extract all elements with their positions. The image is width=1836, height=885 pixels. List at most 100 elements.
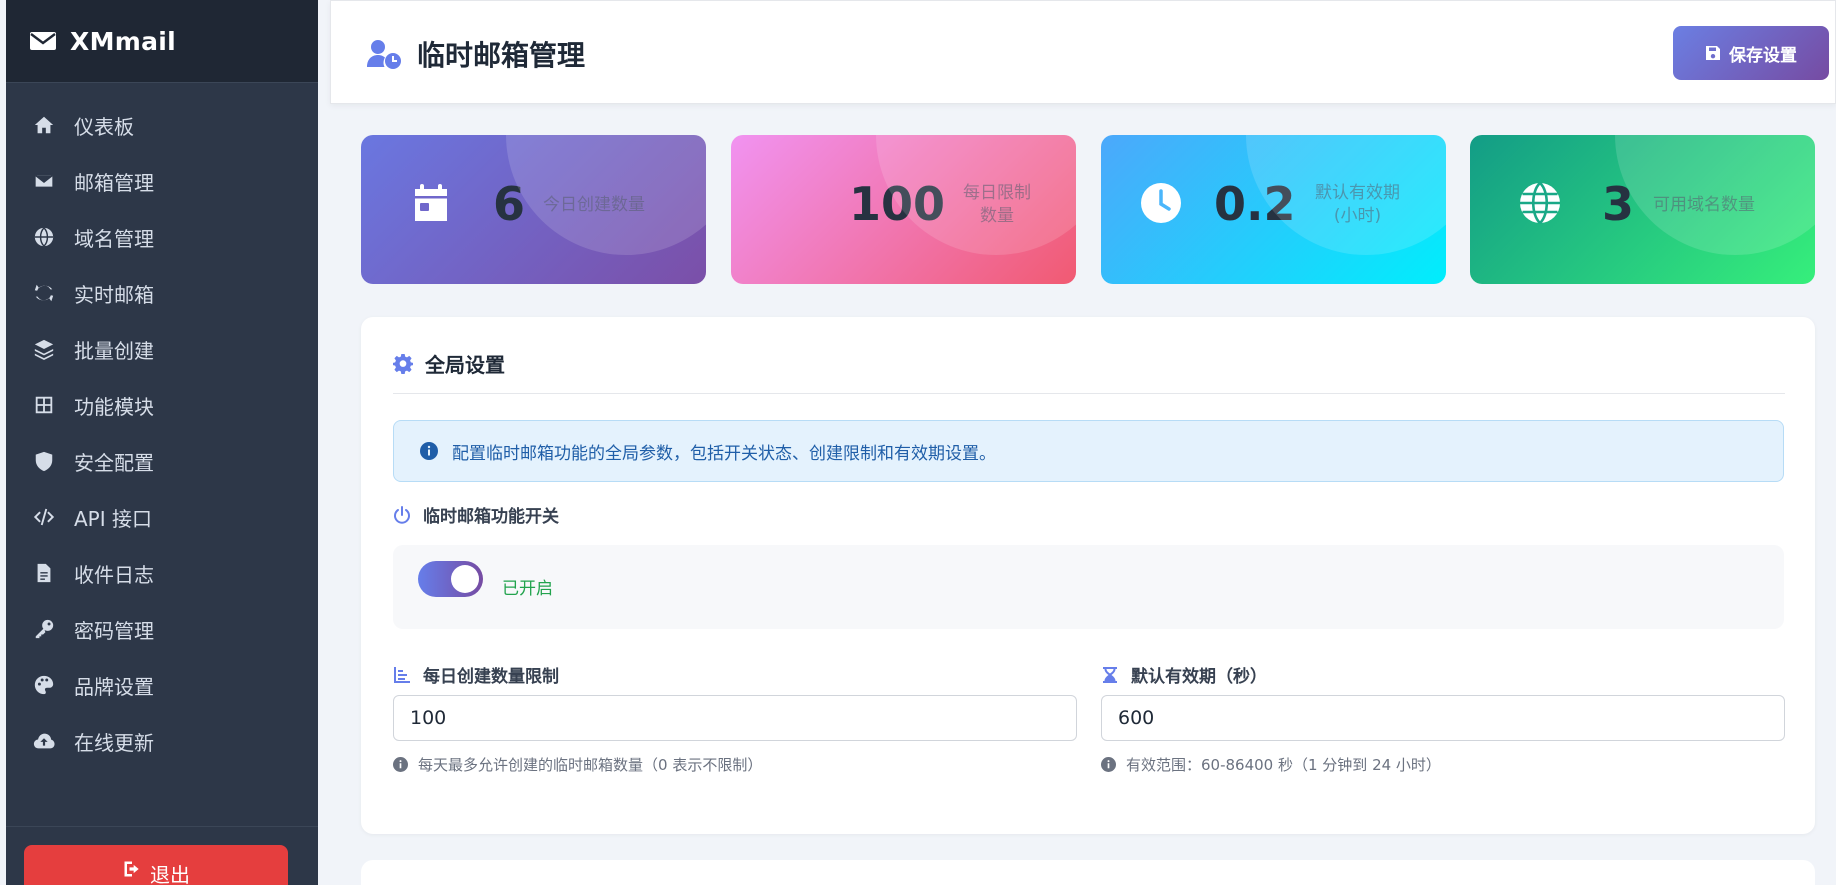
expiry-input[interactable]	[1101, 695, 1785, 741]
palette-icon	[32, 673, 56, 697]
stat-label: 今日创建数量	[543, 195, 645, 215]
sidebar-item-label: 密码管理	[74, 618, 154, 643]
stat-label-line: 默认有效期	[1315, 183, 1400, 203]
stat-value: 0.2	[1214, 177, 1296, 231]
save-label: 保存设置	[1729, 45, 1797, 66]
expiry-hint-text: 有效范围：60-86400 秒（1 分钟到 24 小时）	[1126, 756, 1441, 774]
refresh-icon	[32, 281, 56, 305]
daily-limit-hint: 每天最多允许创建的临时邮箱数量（0 表示不限制）	[393, 754, 762, 775]
toggle-state-text: 已开启	[502, 579, 553, 599]
sidebar-item-domains[interactable]: 域名管理	[6, 209, 318, 265]
sidebar: XMmail 仪表板 邮箱管理 域名管理 实时邮箱 批量创建 功能模块 安全配置…	[6, 0, 318, 885]
switch-container: 已开启	[393, 545, 1784, 629]
stat-label: 每日限制 数量	[963, 182, 1031, 228]
shield-icon	[32, 449, 56, 473]
sidebar-item-label: 在线更新	[74, 730, 154, 755]
gear-icon	[393, 353, 413, 374]
daily-limit-label-text: 每日创建数量限制	[423, 667, 559, 687]
sidebar-item-password[interactable]: 密码管理	[6, 601, 318, 657]
page-title-text: 临时邮箱管理	[417, 39, 586, 72]
sidebar-item-label: 邮箱管理	[74, 170, 154, 195]
globe-icon	[1518, 181, 1562, 225]
envelope-icon	[32, 169, 56, 193]
globe-icon	[32, 225, 56, 249]
grid-icon	[32, 393, 56, 417]
sidebar-item-label: 仪表板	[74, 114, 134, 139]
global-settings-panel: 全局设置 配置临时邮箱功能的全局参数，包括开关状态、创建限制和有效期设置。 临时…	[361, 317, 1815, 834]
home-icon	[32, 113, 56, 137]
sidebar-item-label: 功能模块	[74, 394, 154, 419]
envelope-icon	[30, 32, 56, 50]
code-icon	[32, 505, 56, 529]
sidebar-item-label: 收件日志	[74, 562, 154, 587]
clock-icon	[1139, 181, 1183, 225]
layers-icon	[32, 337, 56, 361]
file-icon	[32, 561, 56, 585]
calendar-icon	[409, 181, 453, 225]
page-title: 临时邮箱管理	[367, 34, 585, 74]
stat-value: 3	[1602, 177, 1635, 231]
brand-title: XMmail	[70, 26, 177, 56]
sidebar-item-api[interactable]: API 接口	[6, 489, 318, 545]
panel-title: 全局设置	[393, 349, 505, 378]
brand[interactable]: XMmail	[6, 0, 318, 83]
sidebar-item-security[interactable]: 安全配置	[6, 433, 318, 489]
info-circle-icon	[1101, 757, 1116, 772]
cloud-upload-icon	[32, 729, 56, 753]
stat-label-line: 数量	[980, 206, 1014, 226]
stat-card-available-domains: 3 可用域名数量	[1470, 135, 1815, 284]
expiry-hint: 有效范围：60-86400 秒（1 分钟到 24 小时）	[1101, 754, 1441, 775]
sidebar-item-label: 品牌设置	[74, 674, 154, 699]
key-icon	[32, 617, 56, 641]
stat-value: 6	[493, 177, 526, 231]
info-circle-icon	[393, 757, 408, 772]
daily-limit-label: 每日创建数量限制	[393, 662, 559, 687]
info-text: 配置临时邮箱功能的全局参数，包括开关状态、创建限制和有效期设置。	[452, 443, 996, 464]
sidebar-item-modules[interactable]: 功能模块	[6, 377, 318, 433]
expiry-label: 默认有效期（秒）	[1101, 662, 1267, 687]
sidebar-nav: 仪表板 邮箱管理 域名管理 实时邮箱 批量创建 功能模块 安全配置 API 接口…	[6, 83, 318, 769]
daily-limit-input[interactable]	[393, 695, 1077, 741]
sidebar-item-mailboxes[interactable]: 邮箱管理	[6, 153, 318, 209]
sidebar-item-update[interactable]: 在线更新	[6, 713, 318, 769]
sidebar-item-batch-create[interactable]: 批量创建	[6, 321, 318, 377]
stat-label: 可用域名数量	[1653, 195, 1755, 215]
bar-chart-icon	[394, 666, 410, 683]
save-icon	[1706, 46, 1720, 60]
logout-label: 退出	[150, 863, 190, 885]
logout-button[interactable]: 退出	[24, 845, 288, 885]
stat-card-default-expiry: 0.2 默认有效期 (小时)	[1101, 135, 1446, 284]
stat-label-line: 每日限制	[963, 183, 1031, 203]
stat-card-daily-limit: 100 每日限制 数量	[731, 135, 1076, 284]
sidebar-item-realtime[interactable]: 实时邮箱	[6, 265, 318, 321]
save-settings-button[interactable]: 保存设置	[1673, 26, 1829, 80]
sidebar-item-dashboard[interactable]: 仪表板	[6, 97, 318, 153]
sidebar-item-inbox-log[interactable]: 收件日志	[6, 545, 318, 601]
next-panel	[361, 860, 1815, 885]
panel-title-text: 全局设置	[425, 353, 505, 377]
toggle-knob	[451, 565, 479, 593]
user-clock-icon	[367, 40, 401, 69]
sidebar-item-label: 批量创建	[74, 338, 154, 363]
sidebar-item-label: 实时邮箱	[74, 282, 154, 307]
temp-mail-toggle[interactable]	[418, 561, 483, 597]
sign-out-icon	[124, 861, 139, 877]
divider	[393, 393, 1785, 394]
sidebar-item-label: 域名管理	[74, 226, 154, 251]
info-alert: 配置临时邮箱功能的全局参数，包括开关状态、创建限制和有效期设置。	[393, 420, 1784, 482]
sidebar-item-branding[interactable]: 品牌设置	[6, 657, 318, 713]
stat-card-today-created: 6 今日创建数量	[361, 135, 706, 284]
switch-label-text: 临时邮箱功能开关	[423, 507, 559, 527]
sidebar-item-label: 安全配置	[74, 450, 154, 475]
stat-value: 100	[849, 177, 946, 231]
hourglass-icon	[1103, 666, 1117, 683]
expiry-label-text: 默认有效期（秒）	[1131, 667, 1267, 687]
sidebar-item-label: API 接口	[74, 506, 152, 531]
page-header: 临时邮箱管理 保存设置	[330, 0, 1836, 104]
power-icon	[394, 505, 410, 524]
info-circle-icon	[420, 442, 438, 460]
switch-label: 临时邮箱功能开关	[393, 502, 559, 527]
stat-label: 默认有效期 (小时)	[1315, 182, 1400, 228]
daily-limit-hint-text: 每天最多允许创建的临时邮箱数量（0 表示不限制）	[418, 756, 763, 774]
stat-label-line: (小时)	[1333, 206, 1382, 226]
